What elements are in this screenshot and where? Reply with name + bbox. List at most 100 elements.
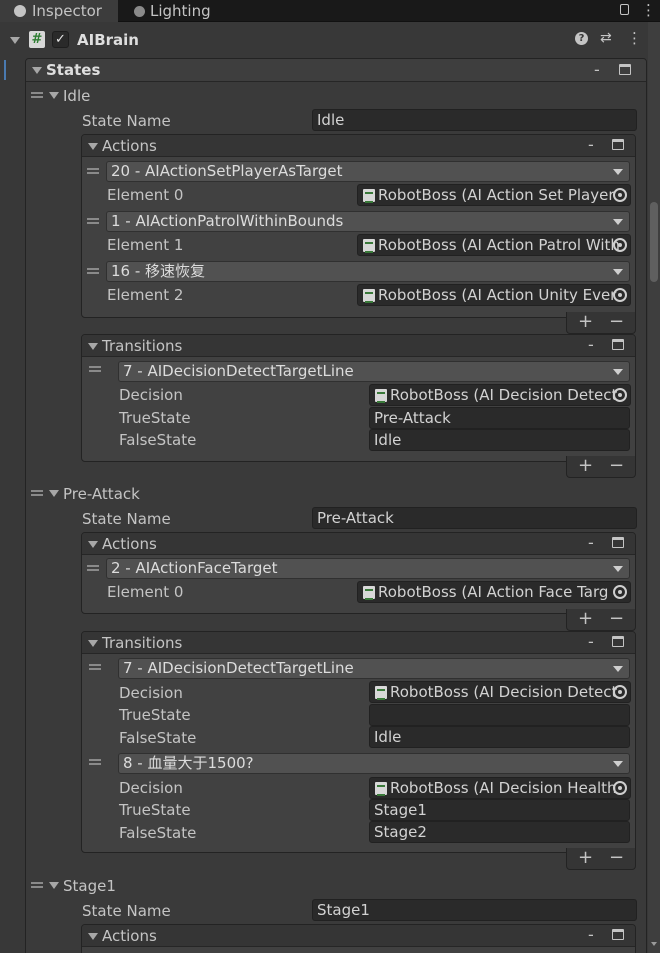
foldout-arrow-icon[interactable] xyxy=(88,541,98,548)
collapse-button[interactable] xyxy=(619,64,631,75)
action-type-dropdown[interactable]: 2 - AIActionFaceTarget xyxy=(106,558,630,579)
enabled-checkbox[interactable]: ✓ xyxy=(52,31,69,48)
script-object-icon xyxy=(363,586,375,600)
drag-handle-icon[interactable] xyxy=(87,268,99,274)
remove-button[interactable]: - xyxy=(594,62,600,78)
add-icon[interactable]: + xyxy=(578,849,593,867)
action-type-dropdown[interactable]: 20 - AIActionSetPlayerAsTarget xyxy=(106,161,630,182)
remove-button[interactable]: - xyxy=(588,535,594,551)
lock-icon[interactable] xyxy=(620,4,629,15)
decision-object-field[interactable]: RobotBoss (AI Decision Detect xyxy=(369,681,631,703)
tab-lighting[interactable]: Lighting xyxy=(120,0,230,22)
foldout-arrow-icon[interactable] xyxy=(88,933,98,940)
dropdown-value: 7 - AIDecisionDetectTargetLine xyxy=(123,362,354,380)
scrollbar-thumb[interactable] xyxy=(650,202,658,282)
state-name-field[interactable]: Idle xyxy=(312,109,637,131)
drag-handle-icon[interactable] xyxy=(31,882,43,888)
object-picker-icon[interactable] xyxy=(613,781,627,795)
element-label: Element 1 xyxy=(107,236,184,254)
remove-button[interactable]: - xyxy=(588,337,594,353)
chevron-down-icon xyxy=(613,219,623,225)
state-foldout-stage1[interactable]: Stage1 xyxy=(63,876,116,896)
drag-handle-icon[interactable] xyxy=(89,664,101,670)
states-header: States - xyxy=(26,59,646,82)
collapse-button[interactable] xyxy=(612,929,624,940)
remove-icon[interactable]: − xyxy=(609,457,624,475)
state-name-field[interactable]: Pre-Attack xyxy=(312,507,637,529)
false-state-field[interactable]: Stage2 xyxy=(369,821,630,843)
foldout-arrow-icon[interactable] xyxy=(88,640,98,647)
add-icon[interactable]: + xyxy=(578,610,593,628)
false-state-field[interactable]: Idle xyxy=(369,429,630,451)
drag-handle-icon[interactable] xyxy=(89,366,101,372)
drag-handle-icon[interactable] xyxy=(87,168,99,174)
object-picker-icon[interactable] xyxy=(613,288,627,302)
collapse-button[interactable] xyxy=(612,636,624,647)
transition-decision-dropdown[interactable]: 8 - 血量大于1500? xyxy=(118,753,630,774)
drag-handle-icon[interactable] xyxy=(89,759,101,765)
transition-decision-dropdown[interactable]: 7 - AIDecisionDetectTargetLine xyxy=(118,361,630,382)
foldout-arrow-icon[interactable] xyxy=(49,490,59,497)
actions-title: Actions xyxy=(102,535,157,553)
true-state-field[interactable] xyxy=(369,704,630,726)
state-foldout-idle[interactable]: Idle xyxy=(63,86,90,106)
true-state-field[interactable]: Pre-Attack xyxy=(369,407,630,429)
collapse-button[interactable] xyxy=(612,339,624,350)
transitions-title: Transitions xyxy=(102,337,183,355)
remove-icon[interactable]: − xyxy=(609,313,624,331)
foldout-arrow-icon[interactable] xyxy=(10,37,20,44)
object-picker-icon[interactable] xyxy=(613,188,627,202)
remove-icon[interactable]: − xyxy=(609,849,624,867)
help-icon[interactable]: ? xyxy=(575,32,588,45)
true-state-field[interactable]: Stage1 xyxy=(369,799,630,821)
false-state-field[interactable]: Idle xyxy=(369,726,630,748)
object-picker-icon[interactable] xyxy=(613,585,627,599)
foldout-arrow-icon[interactable] xyxy=(88,143,98,150)
scroll-down-icon[interactable] xyxy=(651,942,657,946)
dropdown-value: 1 - AIActionPatrolWithinBounds xyxy=(111,212,344,230)
action-type-dropdown[interactable]: 1 - AIActionPatrolWithinBounds xyxy=(106,211,630,232)
dropdown-value: 7 - AIDecisionDetectTargetLine xyxy=(123,659,354,677)
remove-icon[interactable]: − xyxy=(609,610,624,628)
drag-handle-icon[interactable] xyxy=(87,565,99,571)
drag-handle-icon[interactable] xyxy=(87,218,99,224)
foldout-arrow-icon[interactable] xyxy=(49,92,59,99)
action-type-dropdown[interactable]: 16 - 移速恢复 xyxy=(106,261,630,282)
drag-handle-icon[interactable] xyxy=(31,490,43,496)
collapse-button[interactable] xyxy=(612,139,624,150)
action-object-field[interactable]: RobotBoss (AI Action Patrol With xyxy=(357,234,631,256)
preset-icon[interactable]: ⇄ xyxy=(600,30,612,46)
drag-handle-icon[interactable] xyxy=(31,92,43,98)
object-picker-icon[interactable] xyxy=(613,238,627,252)
foldout-arrow-icon[interactable] xyxy=(88,343,98,350)
action-object-field[interactable]: RobotBoss (AI Action Face Targ xyxy=(357,581,631,603)
foldout-arrow-icon[interactable] xyxy=(32,67,42,74)
more-options-icon[interactable]: ⋮ xyxy=(641,2,656,18)
false-state-label: FalseState xyxy=(119,824,197,842)
transition-decision-dropdown[interactable]: 7 - AIDecisionDetectTargetLine xyxy=(118,658,630,679)
remove-button[interactable]: - xyxy=(588,927,594,943)
actions-title: Actions xyxy=(102,927,157,945)
tab-inspector[interactable]: Inspector xyxy=(0,0,118,22)
actions-header: Actions - xyxy=(82,533,635,555)
script-icon: # xyxy=(29,31,45,48)
collapse-button[interactable] xyxy=(612,537,624,548)
component-header: # ✓ AIBrain ? ⇄ ⋮ xyxy=(0,28,650,53)
state-foldout-pre-attack[interactable]: Pre-Attack xyxy=(63,484,140,504)
component-menu-icon[interactable]: ⋮ xyxy=(627,29,642,47)
object-picker-icon[interactable] xyxy=(613,388,627,402)
scrollbar[interactable] xyxy=(648,22,660,953)
add-icon[interactable]: + xyxy=(578,313,593,331)
action-object-field[interactable]: RobotBoss (AI Action Unity Ever xyxy=(357,284,631,306)
foldout-arrow-icon[interactable] xyxy=(49,882,59,889)
decision-object-field[interactable]: RobotBoss (AI Decision Detect xyxy=(369,384,631,406)
chevron-down-icon xyxy=(613,169,623,175)
decision-object-field[interactable]: RobotBoss (AI Decision Health xyxy=(369,777,631,799)
object-picker-icon[interactable] xyxy=(613,685,627,699)
state-name-field[interactable]: Stage1 xyxy=(312,899,637,921)
add-icon[interactable]: + xyxy=(578,457,593,475)
remove-button[interactable]: - xyxy=(588,634,594,650)
remove-button[interactable]: - xyxy=(588,137,594,153)
action-object-field[interactable]: RobotBoss (AI Action Set Player xyxy=(357,184,631,206)
object-value: RobotBoss (AI Action Patrol With xyxy=(378,236,620,254)
